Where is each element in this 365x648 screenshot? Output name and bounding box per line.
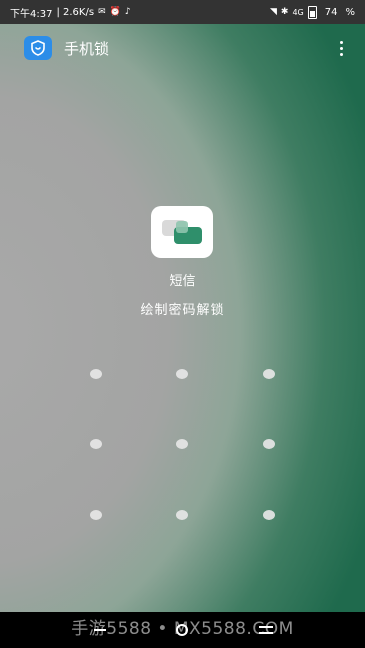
pattern-dot-8[interactable] bbox=[176, 510, 188, 520]
pattern-dot-1[interactable] bbox=[90, 369, 102, 379]
pattern-dot-9[interactable] bbox=[263, 510, 275, 520]
nav-home-icon[interactable] bbox=[170, 612, 194, 648]
pattern-lock-grid[interactable] bbox=[0, 0, 365, 648]
navigation-bar bbox=[0, 612, 365, 648]
nav-back-icon[interactable] bbox=[88, 612, 112, 648]
nav-recents-icon[interactable] bbox=[254, 612, 278, 648]
pattern-dot-3[interactable] bbox=[263, 369, 275, 379]
pattern-dot-5[interactable] bbox=[176, 439, 188, 449]
pattern-dot-2[interactable] bbox=[176, 369, 188, 379]
pattern-dot-7[interactable] bbox=[90, 510, 102, 520]
pattern-dot-6[interactable] bbox=[263, 439, 275, 449]
pattern-dot-4[interactable] bbox=[90, 439, 102, 449]
